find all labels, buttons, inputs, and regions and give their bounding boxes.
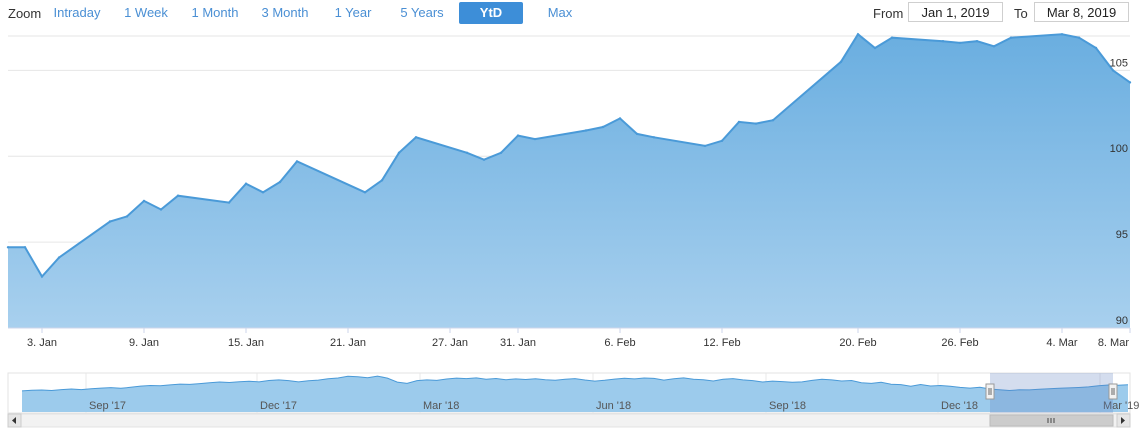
price-point [1060,33,1064,36]
x-tick-label: 21. Jan [330,337,366,349]
scrollbar-thumb[interactable] [989,414,1114,427]
price-point [1009,36,1013,39]
price-point [482,158,486,161]
scrollbar-right-arrow[interactable] [1116,413,1131,428]
price-point [584,129,588,132]
price-point [890,36,894,39]
price-point [125,215,129,218]
x-tick-label: 15. Jan [228,337,264,349]
navigator-right-handle[interactable] [1108,383,1118,400]
y-tick-label: 95 [1116,229,1128,241]
price-point [941,40,945,43]
price-point [975,40,979,43]
scrollbar-track[interactable] [7,413,1131,428]
stock-chart: 90 95 100 105 3. Jan 9. Jan 15. Jan 21. Jan 27.… [6,32,1139,428]
x-tick-label: 8. Mar [1098,337,1130,349]
price-point [499,151,503,154]
price-point [703,144,707,148]
navigator-tick-label: Dec '18 [941,400,978,412]
price-point [958,41,962,45]
price-point [873,46,877,50]
price-point [992,45,996,48]
price-point [363,191,367,194]
price-point [40,275,44,278]
price-point [159,208,163,211]
price-point [754,122,758,125]
y-tick-label: 105 [1110,57,1128,69]
price-point [1128,81,1132,84]
price-point [414,136,418,139]
x-tick-label: 26. Feb [941,337,978,349]
price-point [720,139,724,142]
price-point [737,120,741,124]
navigator-selected-range[interactable] [990,373,1113,413]
y-tick-label: 90 [1116,315,1128,327]
navigator-tick-label: Jun '18 [596,400,631,412]
price-point [176,194,180,197]
navigator-tick-label: Dec '17 [260,400,297,412]
price-point [244,182,248,185]
price-point [261,191,265,194]
price-point [6,246,10,249]
price-point [856,33,860,36]
x-tick-label: 6. Feb [604,337,635,349]
price-point [533,137,537,141]
x-tick-label: 12. Feb [703,337,740,349]
price-point [57,256,61,259]
navigator-tick-label: Sep '18 [769,400,806,412]
navigator-tick-label: Mar '18 [423,400,459,412]
x-tick-label: 9. Jan [129,337,159,349]
navigator-left-handle[interactable] [985,383,995,400]
x-tick-label: 20. Feb [839,337,876,349]
price-point [23,246,27,249]
navigator-tick-label: Sep '17 [89,400,126,412]
price-point [278,180,282,184]
price-point [516,134,520,137]
price-point [108,220,112,223]
price-point [652,136,656,139]
price-area [8,34,1130,329]
x-tick-label: 3. Jan [27,337,57,349]
price-point [635,132,639,136]
scrollbar-left-arrow[interactable] [7,413,22,428]
x-axis: 3. Jan 9. Jan 15. Jan 21. Jan 27. Jan 31. Jan… [27,328,1131,349]
price-point [142,199,146,203]
x-tick-label: 27. Jan [432,337,468,349]
price-point [1094,46,1098,50]
price-point [1111,69,1115,72]
price-point [839,60,843,63]
price-point [601,125,605,129]
price-point [380,179,384,182]
y-tick-label: 100 [1110,143,1128,155]
x-tick-label: 31. Jan [500,337,536,349]
price-point [618,117,622,120]
price-point [771,119,775,122]
price-point [227,201,231,204]
price-point [295,160,299,163]
price-point [397,151,401,154]
price-point [465,151,469,154]
x-tick-label: 4. Mar [1046,337,1078,349]
price-point [1077,36,1081,39]
